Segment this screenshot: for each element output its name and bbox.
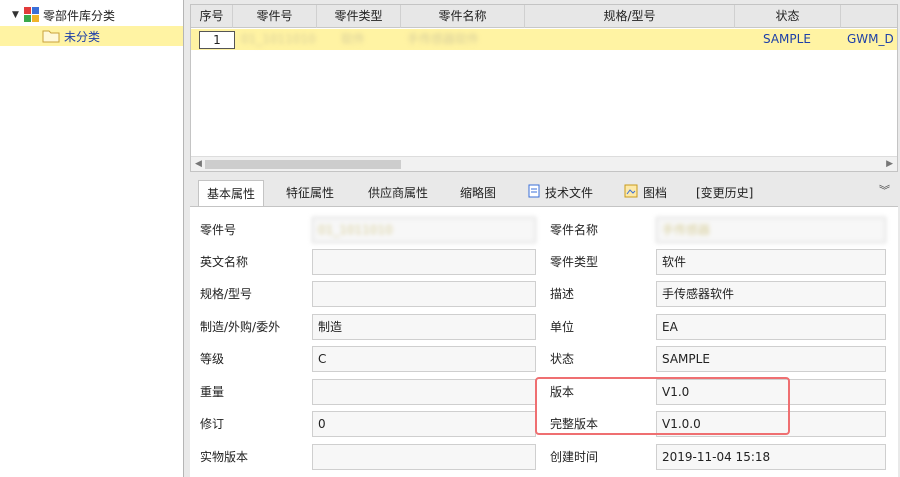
document-icon [528, 181, 540, 207]
revision-field[interactable]: 0 [312, 411, 536, 437]
tab-drawings[interactable]: 图档 [616, 180, 675, 206]
tab-label: [变更历史] [696, 186, 754, 200]
field-label: 描述 [550, 287, 575, 301]
tab-basic-attributes[interactable]: 基本属性 [198, 180, 265, 206]
tab-label: 基本属性 [207, 187, 256, 201]
folder-icon [42, 29, 60, 43]
field-label: 英文名称 [200, 255, 249, 269]
row-status-cell: SAMPLE [763, 32, 811, 46]
field-label: 单位 [550, 320, 575, 334]
column-header-part-name[interactable]: 零件名称 [401, 5, 525, 28]
category-library-icon [24, 7, 40, 23]
field-label: 修订 [200, 417, 225, 431]
column-header-part-type[interactable]: 零件类型 [317, 5, 401, 28]
field-label: 零件类型 [550, 255, 599, 269]
tab-label: 供应商属性 [368, 186, 429, 200]
tab-change-history[interactable]: [变更历史] [688, 180, 761, 206]
field-label: 规格/型号 [200, 287, 253, 301]
field-label: 零件名称 [550, 223, 599, 237]
tab-label: 图档 [643, 186, 668, 200]
collapse-chevron-icon[interactable]: ︾ [879, 180, 890, 202]
row-part-name-cell: 手传感器软件 [407, 32, 480, 46]
property-tabs: 基本属性 特征属性 供应商属性 缩略图 技术文件 图档 [变更历史] ︾ [190, 180, 898, 206]
horizontal-scrollbar[interactable]: ◀ ▶ [191, 156, 897, 171]
column-header-part-no[interactable]: 零件号 [233, 5, 317, 28]
field-label: 制造/外购/委外 [200, 320, 281, 334]
description-field[interactable]: 手传感器软件 [656, 281, 886, 307]
field-label: 等级 [200, 352, 225, 366]
field-label: 实物版本 [200, 450, 249, 464]
part-no-field[interactable]: 01_1011010 [312, 217, 536, 243]
status-field[interactable]: SAMPLE [656, 346, 886, 372]
make-buy-field[interactable]: 制造 [312, 314, 536, 340]
scroll-right-icon[interactable]: ▶ [886, 157, 893, 172]
column-header-seq[interactable]: 序号 [191, 5, 233, 28]
column-header-spec[interactable]: 规格/型号 [525, 5, 735, 28]
part-name-field[interactable]: 手传感器 [656, 217, 886, 243]
unit-field[interactable]: EA [656, 314, 886, 340]
row-extra-cell: GWM_D [847, 32, 894, 46]
tab-label: 特征属性 [286, 186, 335, 200]
drawing-file-icon [624, 181, 638, 207]
physical-version-field[interactable] [312, 444, 536, 470]
column-header-status[interactable]: 状态 [735, 5, 841, 28]
tab-label: 技术文件 [545, 186, 594, 200]
scrollbar-thumb[interactable] [205, 160, 401, 169]
tree-node-root[interactable]: ▼ 零部件库分类 [12, 5, 115, 25]
tab-technical-files[interactable]: 技术文件 [520, 180, 601, 206]
scroll-left-icon[interactable]: ◀ [195, 157, 202, 172]
tab-supplier-attributes[interactable]: 供应商属性 [360, 180, 436, 206]
grid-header: 序号 零件号 零件类型 零件名称 规格/型号 状态 [191, 5, 897, 28]
highlight-box [535, 377, 790, 435]
tree-node-uncategorized[interactable]: 未分类 [0, 26, 183, 46]
row-part-no-cell: 01_1011010 [241, 32, 316, 46]
part-type-field[interactable]: 软件 [656, 249, 886, 275]
weight-field[interactable] [312, 379, 536, 405]
field-label: 重量 [200, 385, 225, 399]
row-spec-cell [531, 29, 731, 50]
field-label: 零件号 [200, 223, 237, 237]
expand-triangle-icon[interactable]: ▼ [12, 10, 24, 20]
english-name-field[interactable] [312, 249, 536, 275]
field-label: 状态 [550, 352, 575, 366]
row-part-type-cell: 软件 [341, 32, 366, 46]
column-header-extra[interactable] [841, 5, 897, 28]
category-tree: ▼ 零部件库分类 未分类 [0, 0, 184, 477]
tab-feature-attributes[interactable]: 特征属性 [278, 180, 342, 206]
field-label: 创建时间 [550, 450, 599, 464]
parts-grid: 序号 零件号 零件类型 零件名称 规格/型号 状态 1 01_1011010 软… [190, 4, 898, 172]
table-row[interactable]: 1 01_1011010 软件 手传感器软件 SAMPLE GWM_D [191, 29, 897, 50]
tab-thumbnail[interactable]: 缩略图 [452, 180, 504, 206]
tree-root-label: 零部件库分类 [43, 8, 116, 23]
tree-child-label: 未分类 [64, 29, 101, 44]
row-seq-cell[interactable]: 1 [199, 31, 235, 49]
created-time-field[interactable]: 2019-11-04 15:18 [656, 444, 886, 470]
tab-label: 缩略图 [460, 186, 497, 200]
grade-field[interactable]: C [312, 346, 536, 372]
basic-attributes-form: 零件号 01_1011010 英文名称 规格/型号 制造/外购/委外 制造 等级… [190, 206, 898, 477]
spec-model-field[interactable] [312, 281, 536, 307]
